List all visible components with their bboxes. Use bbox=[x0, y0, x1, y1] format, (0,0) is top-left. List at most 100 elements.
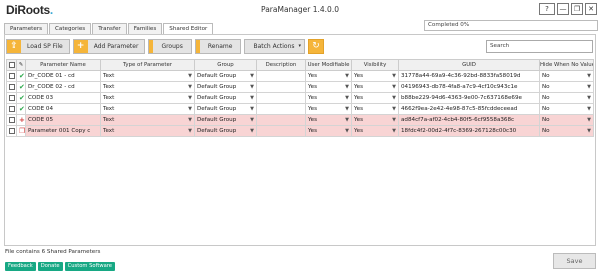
type-cell[interactable]: Text ▼ bbox=[100, 70, 195, 82]
header-group[interactable]: Group bbox=[194, 59, 257, 71]
visibility-cell[interactable]: Yes ▼ bbox=[351, 103, 399, 115]
visibility-cell[interactable]: Yes ▼ bbox=[351, 114, 399, 126]
description-cell[interactable] bbox=[256, 81, 306, 93]
guid-cell[interactable]: 31778a44-69a9-4c36-92bd-8833fa58019d bbox=[398, 70, 540, 82]
hide-when-no-value-cell[interactable]: No ▼ bbox=[539, 70, 594, 82]
tab-transfer[interactable]: Transfer bbox=[92, 23, 127, 34]
visibility-cell[interactable]: Yes ▼ bbox=[351, 81, 399, 93]
type-cell[interactable]: Text ▼ bbox=[100, 114, 195, 126]
visibility-cell[interactable]: Yes ▼ bbox=[351, 92, 399, 104]
guid-cell[interactable]: 18fdc4f2-00d2-4f7c-8369-267128c00c30 bbox=[398, 125, 540, 137]
group-cell[interactable]: Default Group ▼ bbox=[194, 81, 257, 93]
header-visibility[interactable]: Visibility bbox=[351, 59, 399, 71]
header-type[interactable]: Type of Parameter bbox=[100, 59, 195, 71]
rename-button[interactable]: Rename bbox=[194, 39, 242, 54]
chevron-down-icon: ▼ bbox=[345, 128, 349, 134]
table-row[interactable]: ✔ CODE 03 Text ▼ Default Group ▼ Yes ▼ Yes ▼ b88be… bbox=[6, 92, 594, 104]
user-modifiable-cell[interactable]: Yes ▼ bbox=[305, 103, 352, 115]
parameter-name-cell[interactable]: CODE 04 bbox=[25, 103, 101, 115]
hide-when-no-value-cell[interactable]: No ▼ bbox=[539, 92, 594, 104]
groups-button[interactable]: Groups bbox=[148, 39, 192, 54]
parameter-name-cell[interactable]: CODE 05 bbox=[25, 114, 101, 126]
select-all-checkbox[interactable] bbox=[8, 61, 15, 68]
row-checkbox[interactable] bbox=[9, 72, 15, 79]
row-checkbox[interactable] bbox=[9, 94, 15, 101]
row-checkbox[interactable] bbox=[9, 105, 15, 112]
guid-cell[interactable]: 4662f9ea-2e42-4e98-87c5-85fcddeceead bbox=[398, 103, 540, 115]
tab-families[interactable]: Families bbox=[127, 23, 163, 34]
group-cell[interactable]: Default Group ▼ bbox=[194, 70, 257, 82]
search-input[interactable]: Search bbox=[486, 40, 593, 53]
header-user-modifiable[interactable]: User Modifiable bbox=[305, 59, 352, 71]
guid-cell[interactable]: 04196943-db78-4fa8-a7c9-4cf10c943c1e bbox=[398, 81, 540, 93]
header-hide-when-no-value[interactable]: Hide When No Value bbox=[539, 59, 594, 71]
group-cell[interactable]: Default Group ▼ bbox=[194, 125, 257, 137]
table-row[interactable]: ✔ CODE 04 Text ▼ Default Group ▼ Yes ▼ Yes ▼ 4662f… bbox=[6, 103, 594, 115]
row-checkbox[interactable] bbox=[9, 83, 15, 90]
tab-categories[interactable]: Categories bbox=[49, 23, 92, 34]
table-row[interactable]: + CODE 05 Text ▼ Default Group ▼ Yes ▼ Yes ▼ ad84c… bbox=[6, 114, 594, 126]
row-select-cell[interactable] bbox=[6, 70, 17, 82]
type-cell[interactable]: Text ▼ bbox=[100, 103, 195, 115]
hide-when-no-value-cell[interactable]: No ▼ bbox=[539, 125, 594, 137]
parameter-name-cell[interactable]: Dr_CODE 01 - cd bbox=[25, 70, 101, 82]
type-value: Text bbox=[103, 95, 115, 101]
feedback-link[interactable]: Feedback bbox=[5, 262, 36, 271]
user-modifiable-cell[interactable]: Yes ▼ bbox=[305, 81, 352, 93]
row-checkbox[interactable] bbox=[9, 116, 15, 123]
group-cell[interactable]: Default Group ▼ bbox=[194, 103, 257, 115]
close-button[interactable]: ✕ bbox=[585, 3, 597, 15]
visibility-cell[interactable]: Yes ▼ bbox=[351, 70, 399, 82]
description-cell[interactable] bbox=[256, 125, 306, 137]
chevron-down-icon: ▼ bbox=[392, 73, 396, 79]
user-modifiable-cell[interactable]: Yes ▼ bbox=[305, 70, 352, 82]
refresh-button[interactable]: ↻ bbox=[308, 39, 325, 54]
minimize-button[interactable]: — bbox=[557, 3, 569, 15]
add-parameter-button[interactable]: + Add Parameter bbox=[72, 39, 146, 54]
table-row[interactable]: ✔ Dr_CODE 02 - cd Text ▼ Default Group ▼ Yes ▼ Y… bbox=[6, 81, 594, 93]
group-cell[interactable]: Default Group ▼ bbox=[194, 92, 257, 104]
save-button[interactable]: Save bbox=[553, 253, 596, 269]
group-cell[interactable]: Default Group ▼ bbox=[194, 114, 257, 126]
row-select-cell[interactable] bbox=[6, 92, 17, 104]
header-parameter-name[interactable]: Parameter Name bbox=[25, 59, 101, 71]
type-cell[interactable]: Text ▼ bbox=[100, 81, 195, 93]
guid-cell[interactable]: b88be229-94d6-4363-9e00-7c637168e69e bbox=[398, 92, 540, 104]
user-modifiable-cell[interactable]: Yes ▼ bbox=[305, 114, 352, 126]
donate-link[interactable]: Donate bbox=[37, 262, 63, 271]
row-select-cell[interactable] bbox=[6, 103, 17, 115]
type-cell[interactable]: Text ▼ bbox=[100, 125, 195, 137]
hide-when-no-value-cell[interactable]: No ▼ bbox=[539, 81, 594, 93]
table-row[interactable]: ✔ Dr_CODE 01 - cd Text ▼ Default Group ▼ Yes ▼ Y… bbox=[6, 70, 594, 82]
custom-software-link[interactable]: Custom Software bbox=[64, 262, 115, 271]
tab-parameters[interactable]: Parameters bbox=[4, 23, 49, 34]
header-guid[interactable]: GUID bbox=[398, 59, 540, 71]
hide-when-no-value-cell[interactable]: No ▼ bbox=[539, 114, 594, 126]
parameter-name-cell[interactable]: Dr_CODE 02 - cd bbox=[25, 81, 101, 93]
user-modifiable-cell[interactable]: Yes ▼ bbox=[305, 92, 352, 104]
parameter-name-cell[interactable]: CODE 03 bbox=[25, 92, 101, 104]
type-cell[interactable]: Text ▼ bbox=[100, 92, 195, 104]
load-sp-file-button[interactable]: ⇪ Load SP File bbox=[6, 39, 70, 54]
table-row[interactable]: ❐ Parameter 001 Copy c Text ▼ Default Group ▼… bbox=[6, 125, 594, 137]
batch-actions-button[interactable]: Batch Actions ▾ bbox=[244, 39, 306, 54]
guid-cell[interactable]: ad84cf7a-af02-4cb4-80f5-6cf9558a368c bbox=[398, 114, 540, 126]
row-checkbox[interactable] bbox=[9, 127, 15, 134]
parameter-name-cell[interactable]: Parameter 001 Copy c bbox=[25, 125, 101, 137]
restore-button[interactable]: ❐ bbox=[571, 3, 583, 15]
chevron-down-icon: ▾ bbox=[298, 43, 302, 49]
header-description[interactable]: Description bbox=[256, 59, 306, 71]
chevron-down-icon: ▼ bbox=[188, 84, 192, 90]
description-cell[interactable] bbox=[256, 114, 306, 126]
visibility-cell[interactable]: Yes ▼ bbox=[351, 125, 399, 137]
description-cell[interactable] bbox=[256, 70, 306, 82]
description-cell[interactable] bbox=[256, 92, 306, 104]
row-select-cell[interactable] bbox=[6, 114, 17, 126]
help-button[interactable]: ? bbox=[539, 3, 555, 15]
select-all-header[interactable] bbox=[6, 59, 17, 71]
description-cell[interactable] bbox=[256, 103, 306, 115]
hide-when-no-value-cell[interactable]: No ▼ bbox=[539, 103, 594, 115]
user-modifiable-cell[interactable]: Yes ▼ bbox=[305, 125, 352, 137]
row-select-cell[interactable] bbox=[6, 81, 17, 93]
row-select-cell[interactable] bbox=[6, 125, 17, 137]
